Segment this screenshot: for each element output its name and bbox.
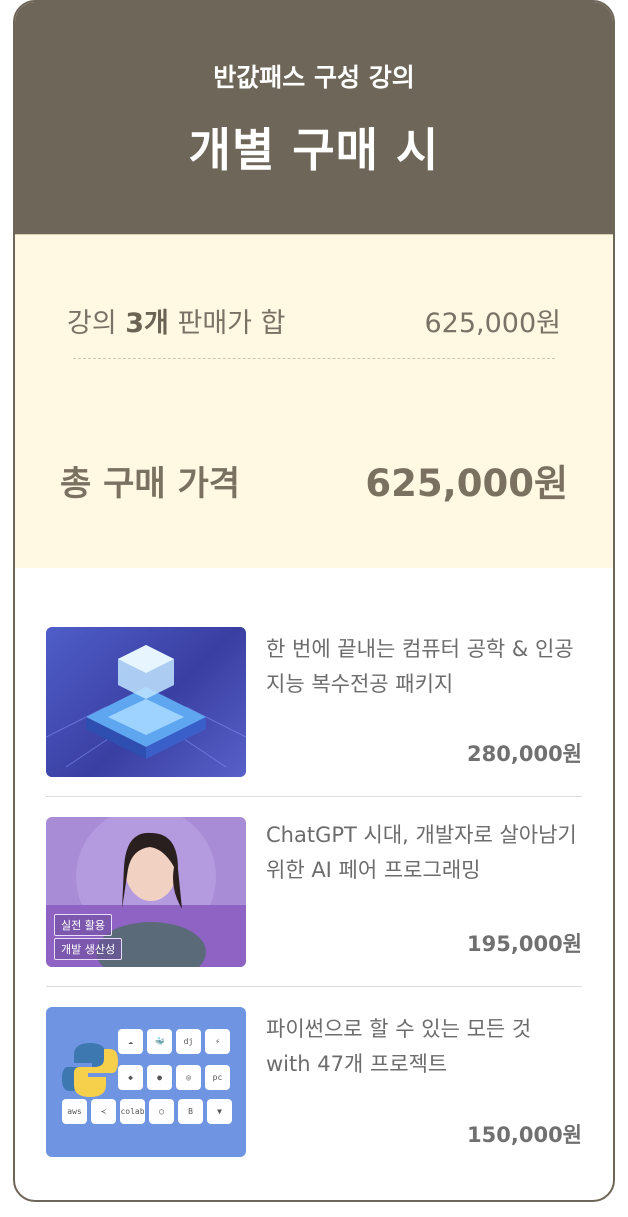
vscode-icon: ≺: [91, 1099, 116, 1124]
course-price: 195,000원: [467, 932, 582, 956]
bolt-icon: ⚡: [205, 1029, 230, 1054]
course-thumbnail: 실전 활용 개발 생산성: [46, 817, 246, 967]
header-subtitle: 반값패스 구성 강의: [213, 63, 415, 92]
course-info: ChatGPT 시대, 개발자로 살아남기 위한 AI 페어 프로그래밍 195…: [266, 797, 582, 986]
tag-badge: 개발 생산성: [54, 938, 123, 960]
course-list: 한 번에 끝내는 컴퓨터 공학 & 인공지능 복수전공 패키지 280,000원…: [46, 611, 582, 1177]
github-icon: ●: [147, 1065, 172, 1090]
tech-logo-grid-2: ◆ ● ◎ pc: [118, 1065, 230, 1090]
course-item[interactable]: ☁ 🐳 dj ⚡ ◆ ● ◎ pc aws ≺ colab ◯ B ▼ 파이썬으…: [46, 987, 582, 1177]
django-icon: dj: [176, 1029, 201, 1054]
total-row: 총 구매 가격 625,000원: [60, 453, 568, 507]
sum-value: 625,000원: [424, 308, 562, 339]
tag-badge: 실전 활용: [54, 914, 112, 936]
course-price: 280,000원: [467, 742, 582, 766]
git-icon: ◆: [118, 1065, 143, 1090]
course-title: 파이썬으로 할 수 있는 모든 것 with 47개 프로젝트: [266, 1017, 532, 1076]
total-label: 총 구매 가격: [60, 463, 241, 504]
sum-row: 강의 3개 판매가 합 625,000원: [67, 301, 561, 340]
price-summary: 강의 3개 판매가 합 625,000원 총 구매 가격 625,000원: [15, 234, 613, 568]
tech-logo-grid: ☁ 🐳 dj ⚡: [118, 1029, 246, 1054]
course-title: 한 번에 끝내는 컴퓨터 공학 & 인공지능 복수전공 패키지: [266, 637, 574, 696]
course-info: 파이썬으로 할 수 있는 모든 것 with 47개 프로젝트 150,000원: [266, 987, 582, 1177]
course-title: ChatGPT 시대, 개발자로 살아남기 위한 AI 페어 프로그래밍: [266, 823, 577, 882]
sum-label: 강의 3개 판매가 합: [67, 308, 286, 339]
header-title: 개별 구매 시: [188, 123, 440, 177]
course-thumbnail: ☁ 🐳 dj ⚡ ◆ ● ◎ pc aws ≺ colab ◯ B ▼: [46, 1007, 246, 1157]
python-icon: [62, 1043, 118, 1097]
pycharm-icon: pc: [205, 1065, 230, 1090]
cloud-icon: ☁: [118, 1029, 143, 1054]
chip-illustration-icon: [46, 645, 246, 768]
docker-icon: 🐳: [147, 1029, 172, 1054]
course-price: 150,000원: [467, 1123, 582, 1147]
jupyter-icon: ◎: [176, 1065, 201, 1090]
ring-icon: ◯: [149, 1099, 174, 1124]
colab-icon: colab: [120, 1099, 145, 1124]
course-item[interactable]: 한 번에 끝내는 컴퓨터 공학 & 인공지능 복수전공 패키지 280,000원: [46, 611, 582, 797]
dashed-divider: [73, 358, 555, 359]
tech-logo-grid-3: aws ≺ colab ◯ B ▼: [62, 1099, 232, 1124]
course-info: 한 번에 끝내는 컴퓨터 공학 & 인공지능 복수전공 패키지 280,000원: [266, 611, 582, 796]
vue-icon: ▼: [207, 1099, 232, 1124]
card-header: 반값패스 구성 강의 개별 구매 시: [15, 2, 613, 234]
total-value: 625,000원: [365, 462, 568, 505]
bootstrap-icon: B: [178, 1099, 203, 1124]
aws-icon: aws: [62, 1099, 87, 1124]
course-item[interactable]: 실전 활용 개발 생산성 ChatGPT 시대, 개발자로 살아남기 위한 AI…: [46, 797, 582, 987]
course-thumbnail: [46, 627, 246, 777]
